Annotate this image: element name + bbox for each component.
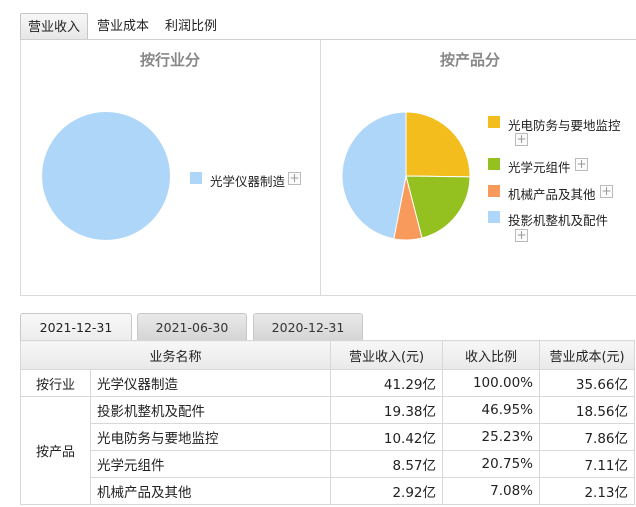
table-row: 光电防务与要地监控 10.42亿 25.23% 7.86亿 (21, 423, 636, 451)
industry-pie-chart (42, 112, 170, 240)
product-pie-chart (341, 111, 471, 241)
ratio-cell: 20.75% (442, 450, 541, 478)
pie-slice-1[interactable] (42, 112, 170, 240)
legend-swatch (488, 158, 500, 170)
table-row: 机械产品及其他 2.92亿 7.08% 2.13亿 (21, 477, 636, 505)
business-breakdown-table: 业务名称 营业收入(元) 收入比例 营业成本(元) 按行业 光学仪器制造 41.… (19, 340, 636, 505)
cost-cell: 7.11亿 (539, 450, 636, 478)
business-name: 机械产品及其他 (89, 477, 332, 505)
legend-swatch (488, 185, 500, 197)
legend-label: 机械产品及其他 (508, 187, 596, 202)
ratio-cell: 100.00% (442, 369, 541, 397)
legend-label: 光学元组件 (508, 160, 571, 175)
expand-plus-icon[interactable]: + (515, 133, 528, 146)
cost-cell: 2.13亿 (539, 477, 636, 505)
product-chart-title: 按产品分 (439, 51, 500, 69)
top-tab-bar: 营业收入 营业成本 利润比例 (0, 0, 636, 40)
revenue-cell: 10.42亿 (330, 423, 444, 451)
industry-chart-title: 按行业分 (139, 51, 200, 69)
revenue-cell: 8.57亿 (330, 450, 444, 478)
business-name: 光学仪器制造 (89, 369, 332, 397)
business-name: 光电防务与要地监控 (89, 423, 332, 451)
ratio-cell: 25.23% (442, 423, 541, 451)
table-row: 按行业 光学仪器制造 41.29亿 100.00% 35.66亿 (20, 369, 636, 397)
business-name: 光学元组件 (89, 450, 332, 478)
tab-revenue[interactable]: 营业收入 (20, 13, 88, 40)
legend-label: 投影机整机及配件 (508, 213, 609, 228)
legend-swatch (488, 211, 500, 223)
expand-plus-icon[interactable]: + (515, 229, 528, 242)
pie-slice-4[interactable] (341, 111, 407, 240)
date-tab-2020-12-31[interactable]: 2020-12-31 (253, 313, 363, 341)
revenue-cell: 19.38亿 (330, 396, 444, 424)
group-by-product: 按产品 (20, 396, 91, 505)
tab-cost[interactable]: 营业成本 (92, 13, 154, 40)
header-business-name: 业务名称 (19, 340, 332, 370)
table-row: 按产品 投影机整机及配件 19.38亿 46.95% 18.56亿 (20, 396, 636, 505)
group-by-industry: 按行业 (20, 369, 91, 397)
header-revenue: 营业收入(元) (330, 340, 444, 370)
expand-plus-icon[interactable]: + (575, 158, 588, 171)
header-cost: 营业成本(元) (539, 340, 636, 370)
legend-swatch (488, 116, 500, 128)
chart-divider (320, 40, 321, 296)
legend-label: 光学仪器制造 (210, 174, 286, 189)
ratio-cell: 46.95% (442, 396, 541, 424)
header-ratio: 收入比例 (442, 340, 541, 370)
date-tab-2021-06-30[interactable]: 2021-06-30 (137, 313, 247, 341)
table-header-row: 业务名称 营业收入(元) 收入比例 营业成本(元) (19, 340, 636, 370)
cost-cell: 35.66亿 (539, 369, 636, 397)
pie-slice-1[interactable] (405, 111, 471, 178)
date-tab-2021-12-31[interactable]: 2021-12-31 (20, 313, 132, 341)
revenue-cell: 41.29亿 (330, 369, 444, 397)
cost-cell: 18.56亿 (539, 396, 636, 424)
tab-profit-ratio[interactable]: 利润比例 (160, 13, 222, 40)
revenue-cell: 2.92亿 (330, 477, 444, 505)
ratio-cell: 7.08% (442, 477, 541, 505)
business-name: 投影机整机及配件 (89, 396, 332, 424)
expand-plus-icon[interactable]: + (288, 172, 301, 185)
legend-swatch (190, 172, 202, 184)
expand-plus-icon[interactable]: + (600, 185, 613, 198)
table-row: 光学元组件 8.57亿 20.75% 7.11亿 (21, 450, 636, 478)
cost-cell: 7.86亿 (539, 423, 636, 451)
